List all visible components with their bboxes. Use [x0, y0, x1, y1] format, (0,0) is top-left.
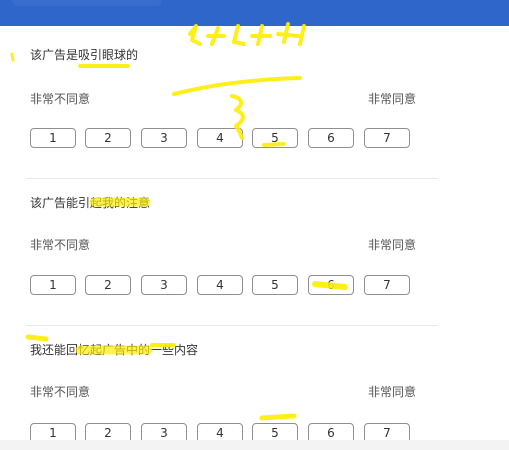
question-2-option-7[interactable]: 7: [364, 275, 410, 295]
annotation-scribble-digits: [188, 22, 306, 46]
question-1-scale-left-label: 非常不同意: [30, 92, 91, 106]
question-1-option-6[interactable]: 6: [308, 128, 354, 148]
annotation-dash-q3: [25, 334, 49, 342]
question-2-option-1[interactable]: 1: [30, 275, 76, 295]
top-bar-title-faded: [12, 0, 162, 6]
annotation-mark-q3-option5: [259, 413, 297, 421]
question-1-option-2[interactable]: 2: [85, 128, 131, 148]
bottom-shade: [0, 440, 509, 450]
annotation-fraction-bar: [172, 76, 302, 96]
question-1-option-7[interactable]: 7: [364, 128, 410, 148]
question-1-option-1[interactable]: 1: [30, 128, 76, 148]
question-2-option-4[interactable]: 4: [197, 275, 243, 295]
question-3-scale-right-label: 非常同意: [368, 385, 417, 399]
question-2-option-2[interactable]: 2: [85, 275, 131, 295]
question-1-text: 该广告是吸引眼球的: [30, 48, 139, 62]
question-1-scale-right-label: 非常同意: [368, 92, 417, 106]
annotation-dash-q1: [10, 52, 15, 62]
question-2-option-6[interactable]: 6: [308, 275, 354, 295]
question-1-option-3[interactable]: 3: [141, 128, 187, 148]
top-bar: [0, 0, 509, 26]
question-1-option-4[interactable]: 4: [197, 128, 243, 148]
question-3-text: 我还能回忆起广告中的一些内容: [30, 343, 199, 357]
divider: [26, 325, 438, 326]
question-2-scale-right-label: 非常同意: [368, 238, 417, 252]
question-2-option-3[interactable]: 3: [141, 275, 187, 295]
question-2-scale-left-label: 非常不同意: [30, 238, 91, 252]
divider: [26, 178, 438, 179]
question-2-text: 该广告能引起我的注意: [30, 196, 151, 210]
question-3-scale-left-label: 非常不同意: [30, 385, 91, 399]
question-1-option-5[interactable]: 5: [252, 128, 298, 148]
question-2-option-5[interactable]: 5: [252, 275, 298, 295]
